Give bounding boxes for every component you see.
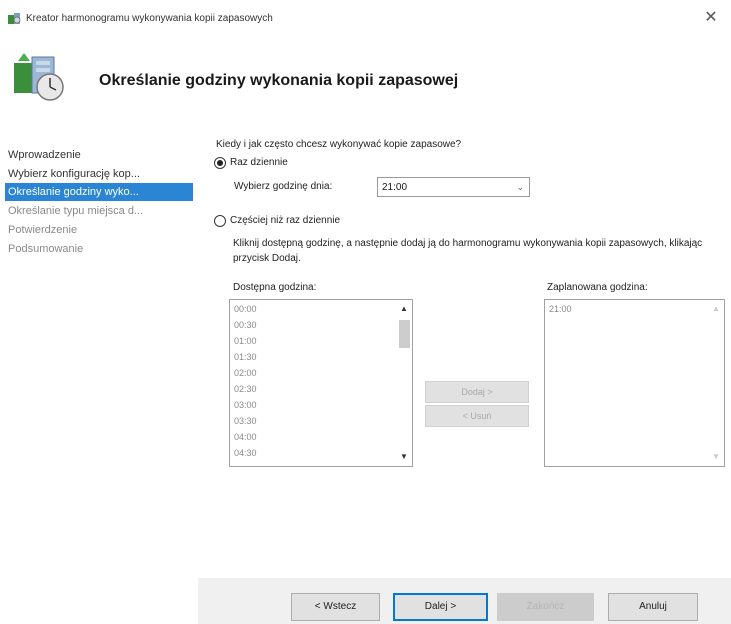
more-than-once-radio[interactable] xyxy=(214,215,226,227)
backup-clock-icon xyxy=(14,53,64,101)
close-icon[interactable]: ✕ xyxy=(701,8,721,28)
chevron-down-icon: ⌄ xyxy=(516,182,524,192)
available-time-item[interactable]: 02:30 xyxy=(234,384,257,394)
scheduled-times-scrollbar: ▲ ▼ xyxy=(708,300,724,466)
finish-button: Zakończ xyxy=(497,593,594,621)
time-of-day-select[interactable]: 21:00 ⌄ xyxy=(377,177,530,197)
once-daily-radio[interactable] xyxy=(214,157,226,169)
page-title: Określanie godziny wykonania kopii zapas… xyxy=(99,72,459,89)
scrollbar-thumb[interactable] xyxy=(399,320,410,348)
scheduled-time-item[interactable]: 21:00 xyxy=(549,304,572,314)
once-daily-label[interactable]: Raz dziennie xyxy=(230,157,288,168)
available-times-scrollbar[interactable]: ▲ ▼ xyxy=(396,300,412,466)
back-button[interactable]: < Wstecz xyxy=(291,593,380,621)
nav-step-backup-configuration[interactable]: Wybierz konfigurację kop... xyxy=(5,165,193,183)
chevron-down-icon[interactable]: ▼ xyxy=(396,450,412,464)
available-time-item[interactable]: 03:00 xyxy=(234,400,257,410)
available-times-title: Dostępna godzina: xyxy=(233,282,317,293)
cancel-button[interactable]: Anuluj xyxy=(608,593,698,621)
time-of-day-label: Wybierz godzinę dnia: xyxy=(234,181,333,192)
nav-step-destination-type: Określanie typu miejsca d... xyxy=(8,205,144,217)
more-than-once-label[interactable]: Częściej niż raz dziennie xyxy=(230,215,340,226)
backup-app-icon xyxy=(8,13,21,24)
title-bar: Kreator harmonogramu wykonywania kopii z… xyxy=(0,0,731,36)
available-time-item[interactable]: 02:00 xyxy=(234,368,257,378)
remove-time-button[interactable]: < Usuń xyxy=(425,405,529,427)
scheduled-times-title: Zaplanowana godzina: xyxy=(547,282,648,293)
nav-step-introduction[interactable]: Wprowadzenie xyxy=(5,146,193,164)
nav-step-backup-time[interactable]: Określanie godziny wyko... xyxy=(5,183,193,201)
available-time-item[interactable]: 00:30 xyxy=(234,320,257,330)
schedule-question: Kiedy i jak często chcesz wykonywać kopi… xyxy=(216,139,462,150)
next-button[interactable]: Dalej > xyxy=(393,593,488,621)
available-times-listbox[interactable]: 00:00 00:30 01:00 01:30 02:00 02:30 03:0… xyxy=(229,299,413,467)
nav-step-summary: Podsumowanie xyxy=(8,243,84,255)
chevron-down-icon: ▼ xyxy=(712,452,720,461)
available-time-item[interactable]: 04:00 xyxy=(234,432,257,442)
more-than-once-description: Kliknij dostępną godzinę, a następnie do… xyxy=(233,238,703,264)
scheduled-times-listbox[interactable]: 21:00 ▲ ▼ xyxy=(544,299,725,467)
add-time-button[interactable]: Dodaj > xyxy=(425,381,529,403)
nav-step-confirmation: Potwierdzenie xyxy=(8,224,78,236)
time-of-day-value: 21:00 xyxy=(382,182,408,193)
window-title: Kreator harmonogramu wykonywania kopii z… xyxy=(26,13,273,24)
chevron-up-icon: ▲ xyxy=(712,304,720,313)
wizard-window: Kreator harmonogramu wykonywania kopii z… xyxy=(0,0,731,624)
available-time-item[interactable]: 01:00 xyxy=(234,336,257,346)
chevron-up-icon[interactable]: ▲ xyxy=(396,302,412,316)
available-time-item[interactable]: 00:00 xyxy=(234,304,257,314)
available-time-item[interactable]: 03:30 xyxy=(234,416,257,426)
available-time-item[interactable]: 01:30 xyxy=(234,352,257,362)
available-time-item[interactable]: 04:30 xyxy=(234,448,257,458)
